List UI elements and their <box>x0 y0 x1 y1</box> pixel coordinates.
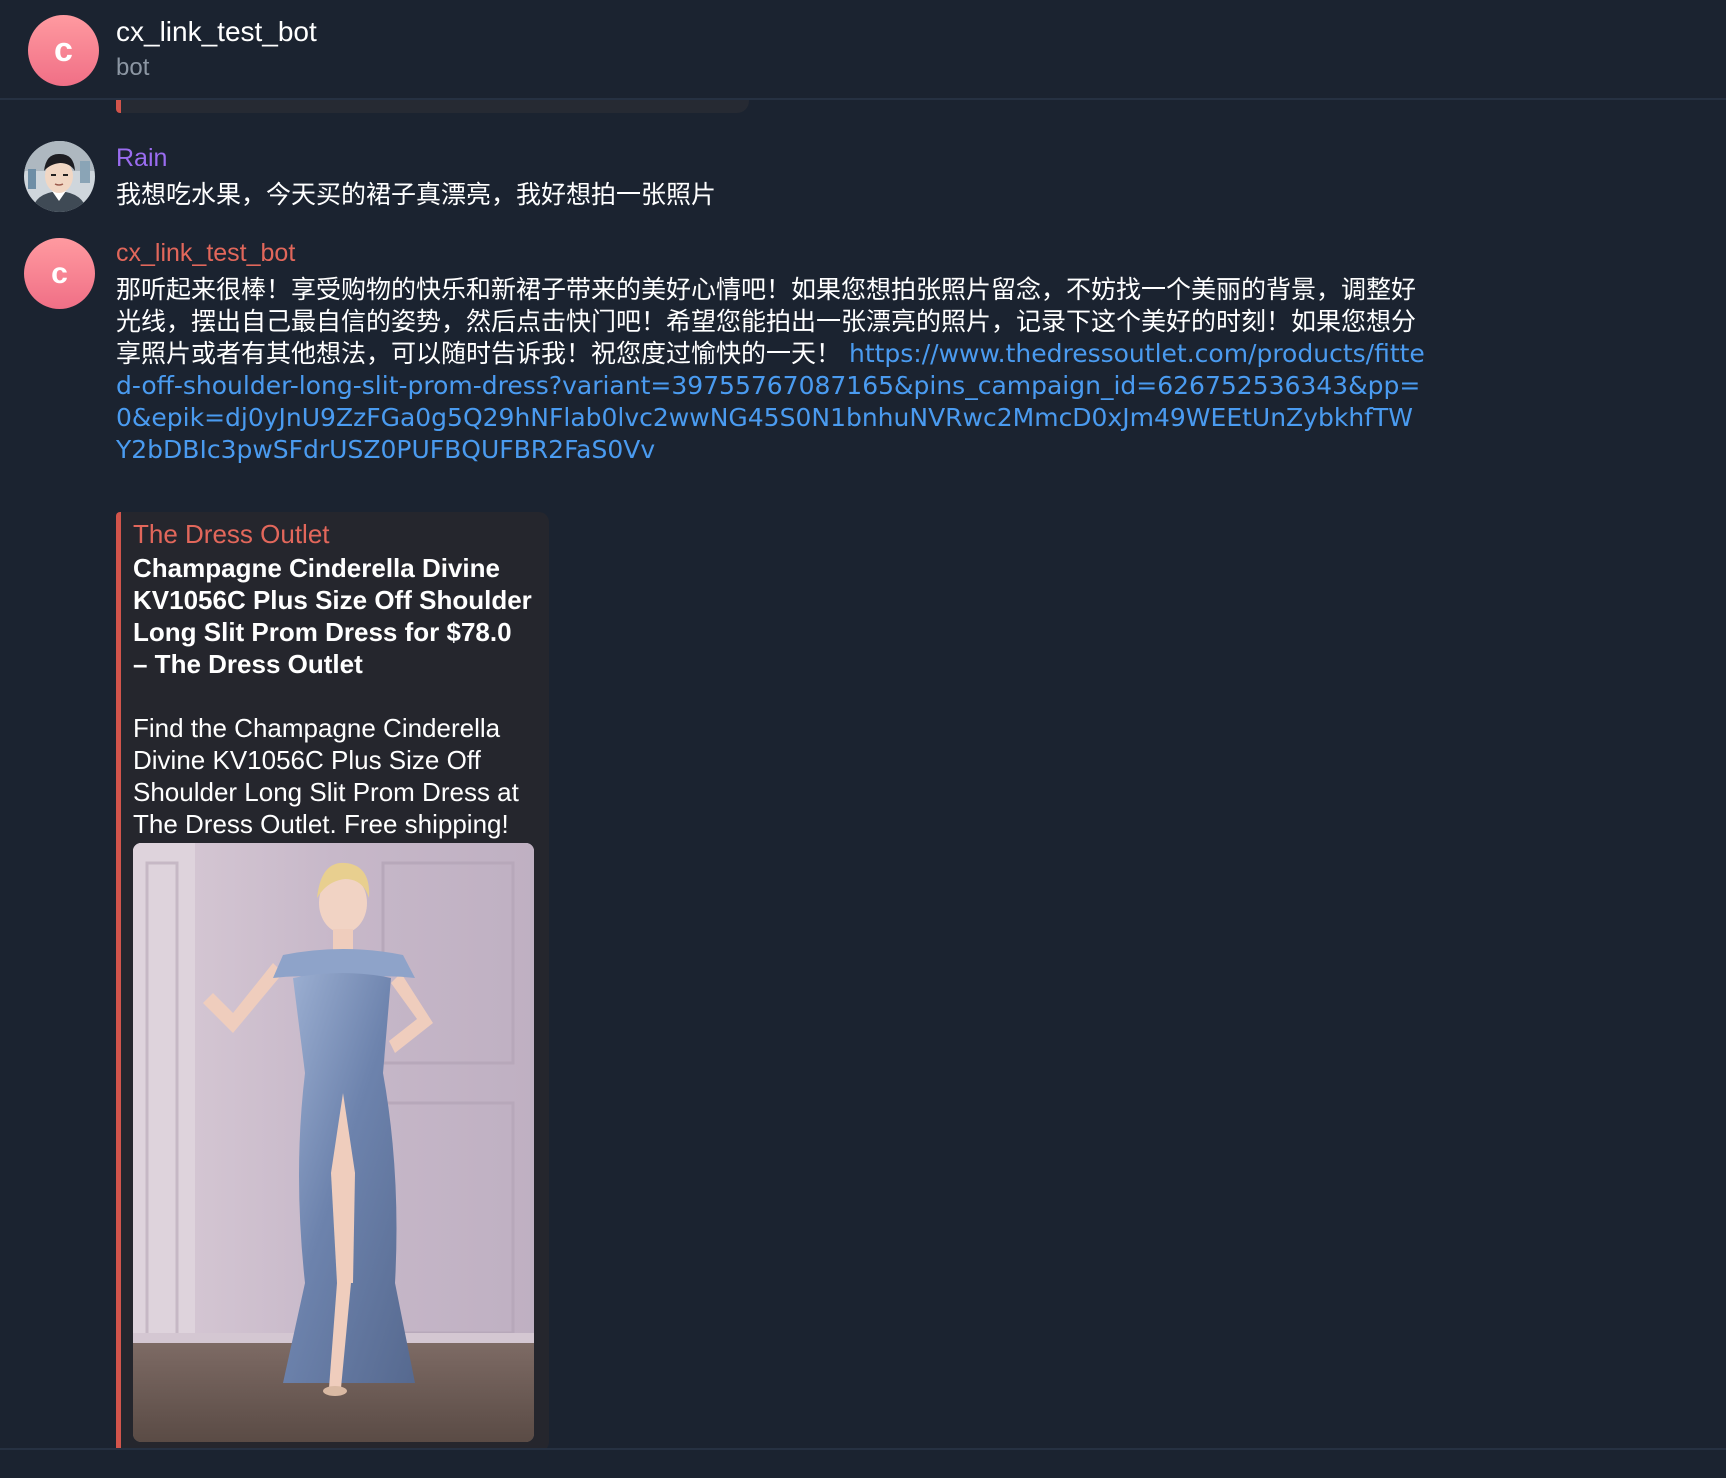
link-preview-card[interactable]: The Dress Outlet Champagne Cinderella Di… <box>116 512 549 1452</box>
bot-avatar[interactable]: c <box>28 15 99 86</box>
message-text: 我想吃水果，今天买的裙子真漂亮，我好想拍一张照片 <box>116 180 717 209</box>
user-avatar[interactable] <box>24 141 95 212</box>
sender-name[interactable]: Rain <box>116 144 167 173</box>
chat-title: cx_link_test_bot <box>116 16 317 47</box>
preview-title: Champagne Cinderella Divine KV1056C Plus… <box>133 552 543 680</box>
chat-subtitle: bot <box>116 54 150 81</box>
sender-name[interactable]: cx_link_test_bot <box>116 239 295 268</box>
message-item: Rain 我想吃水果，今天买的裙子真漂亮，我好想拍一张照片 <box>0 138 1726 218</box>
dress-photo <box>133 843 534 1442</box>
composer-area[interactable] <box>0 1448 1726 1478</box>
preview-image[interactable] <box>133 843 534 1442</box>
message-text: 那听起来很棒！享受购物的快乐和新裙子带来的美好心情吧！如果您想拍张照片留念，不妨… <box>116 274 1426 466</box>
user-avatar-image <box>24 141 95 212</box>
preview-title-suffix: – The Dress Outlet <box>133 649 363 679</box>
message-item: c cx_link_test_bot 那听起来很棒！享受购物的快乐和新裙子带来的… <box>0 233 1726 1452</box>
preview-site-name[interactable]: The Dress Outlet <box>133 519 330 550</box>
preview-description: Find the Champagne Cinderella Divine KV1… <box>133 713 519 839</box>
chat-window: c cx_link_test_bot bot Rain 我想吃水果，今天买的裙子… <box>0 0 1726 1478</box>
bot-avatar[interactable]: c <box>24 238 95 309</box>
chat-header[interactable]: c cx_link_test_bot bot <box>0 0 1726 100</box>
preview-title-main: Champagne Cinderella Divine KV1056C Plus… <box>133 553 532 647</box>
